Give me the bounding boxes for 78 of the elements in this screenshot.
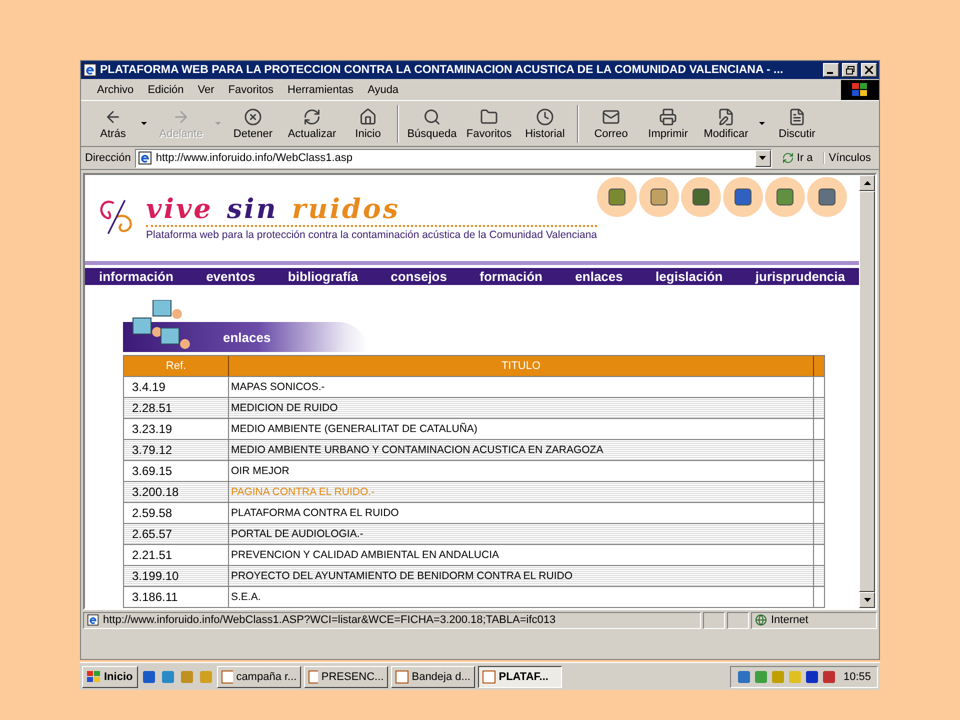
stop-icon	[244, 108, 262, 126]
caret-icon[interactable]	[759, 122, 765, 125]
nav-link[interactable]: bibliografía	[288, 269, 358, 284]
task-button[interactable]: PLATAF...	[478, 666, 562, 688]
folder-icon	[480, 108, 498, 126]
status-url: http://www.inforuido.info/WebClass1.ASP?WCI=listar&WCE=FICHA=3.200.18;TABLA=ifc013	[103, 614, 556, 626]
toolbar-button[interactable]: Búsqueda	[403, 102, 461, 146]
windows-logo-icon	[841, 80, 879, 100]
restore-button[interactable]	[842, 63, 858, 77]
toolbar-button[interactable]: Atrás	[89, 102, 137, 146]
close-button[interactable]	[861, 63, 877, 77]
section-title: enlaces	[223, 330, 271, 344]
clock: 10:55	[843, 670, 871, 682]
clock-icon	[536, 108, 554, 126]
home-icon	[359, 108, 377, 126]
nav-link[interactable]: jurisprudencia	[755, 269, 845, 284]
minimize-button[interactable]	[823, 63, 839, 77]
toolbar-button[interactable]: Correo	[583, 102, 639, 146]
printer-icon	[659, 108, 677, 126]
task-button[interactable]: campaña r...	[216, 666, 301, 688]
document-icon	[788, 108, 806, 126]
nav-link[interactable]: formación	[480, 269, 542, 284]
link-cell[interactable]: S.E.A.	[229, 587, 814, 607]
menu-item[interactable]: Herramientas	[282, 82, 360, 98]
search-icon	[423, 108, 441, 126]
menu-item[interactable]: Ayuda	[362, 82, 405, 98]
scroll-up-button[interactable]	[859, 175, 875, 191]
up-arrow-icon	[864, 181, 870, 185]
down-arrow-icon	[864, 598, 870, 602]
toolbar-button[interactable]: Inicio	[343, 102, 393, 146]
document-icon	[308, 670, 318, 684]
tray-icon[interactable]	[737, 670, 752, 684]
refresh-icon	[303, 108, 321, 126]
toolbar-button[interactable]: Modificar	[697, 102, 755, 146]
menu-item[interactable]: Ver	[192, 82, 220, 98]
nav-link[interactable]: eventos	[206, 269, 256, 284]
caret-icon	[759, 156, 766, 160]
site-logo-text: vive sin ruidos	[146, 194, 597, 227]
toolbar-button[interactable]: Actualizar	[281, 102, 343, 146]
toolbar-button[interactable]: Historial	[517, 102, 573, 146]
refresh-icon	[782, 152, 794, 164]
links-button[interactable]: Vínculos	[822, 152, 875, 164]
nav-link[interactable]: legislación	[656, 269, 723, 284]
scroll-down-button[interactable]	[859, 592, 875, 608]
task-button[interactable]: PRESENC...	[304, 666, 388, 688]
document-icon	[220, 670, 234, 684]
site-tagline: Plataforma web para la protección contra la contaminación acústica de la Comunidad Valenciana	[146, 228, 597, 241]
caret-icon[interactable]	[141, 122, 147, 125]
toolbar-button[interactable]: Imprimir	[639, 102, 697, 146]
task-button[interactable]: Bandeja d...	[390, 666, 475, 688]
document-edit-icon	[717, 108, 735, 126]
table-cell: 3.186.11	[124, 587, 229, 607]
toolbar-button[interactable]: Favoritos	[461, 102, 517, 146]
document-icon	[482, 670, 496, 684]
close-icon	[865, 66, 873, 74]
go-button[interactable]: Ir a	[776, 152, 819, 164]
nav-link[interactable]: información	[99, 269, 174, 284]
address-field[interactable]: http://www.inforuido.info/WebClass1.asp	[134, 148, 772, 168]
menu-item[interactable]: Favoritos	[222, 82, 280, 98]
start-button[interactable]: Inicio	[82, 666, 138, 688]
tray-icon[interactable]	[805, 670, 820, 684]
tray-icon[interactable]	[822, 670, 836, 684]
toolbar-button[interactable]: Discutir	[769, 102, 825, 146]
document-icon	[394, 670, 409, 684]
nav-link[interactable]: enlaces	[575, 269, 623, 284]
address-label: Dirección	[85, 152, 131, 164]
zone-label: Internet	[771, 614, 808, 626]
menu-item[interactable]: Archivo	[91, 82, 140, 98]
globe-icon	[755, 614, 767, 626]
nav-link[interactable]: consejos	[390, 269, 447, 284]
dropdown-button[interactable]	[754, 150, 771, 166]
status-pane	[727, 612, 749, 628]
window-title: PLATAFORMA WEB PARA LA PROTECCION CONTRA LA CONTAMINACION ACUSTICA DE LA COMUNIDAD VALENCIANA - ...	[100, 64, 784, 76]
menu-item[interactable]: Edición	[142, 82, 190, 98]
toolbar-button[interactable]: Detener	[225, 102, 281, 146]
windows-logo-icon	[87, 670, 101, 682]
status-pane	[703, 612, 725, 628]
restore-icon	[846, 66, 854, 74]
